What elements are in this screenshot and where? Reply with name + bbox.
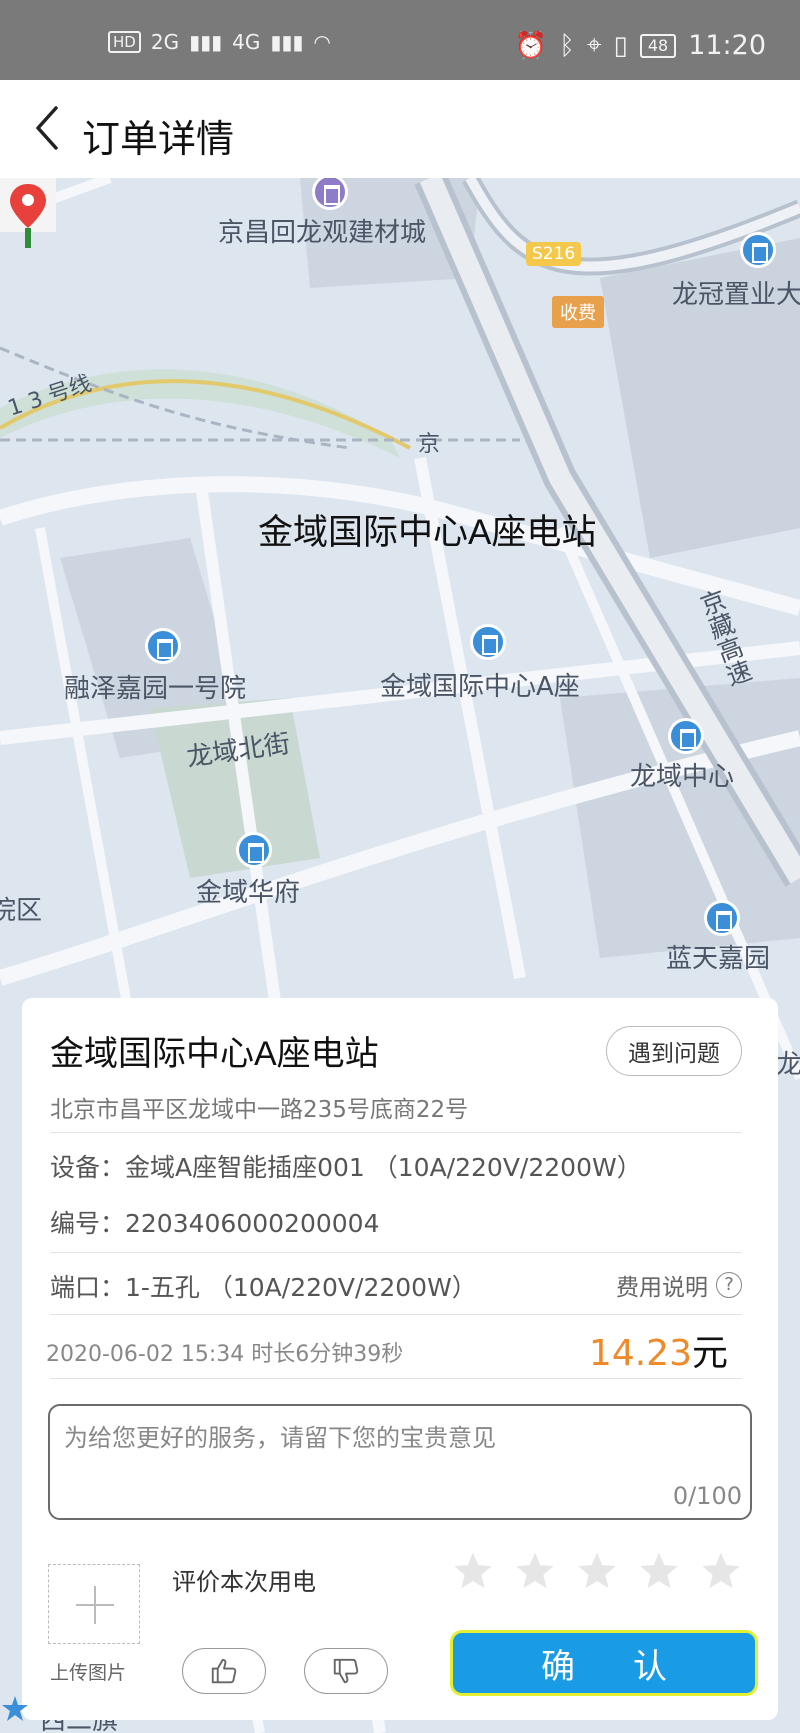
station-name: 金域国际中心A座电站 [50, 1035, 379, 1073]
device-info: 设备：金域A座智能插座001 （10A/220V/2200W） [50, 1153, 642, 1182]
wifi-icon: ◠ [313, 30, 331, 54]
map-label: 龙域中心 [630, 762, 735, 792]
order-card: 金域国际中心A座电站 遇到问题 北京市昌平区龙域中一路235号底商22号 设备：… [22, 998, 778, 1720]
back-icon [36, 106, 58, 150]
map-logo-icon [2, 1696, 28, 1721]
star-icon[interactable] [452, 1550, 494, 1592]
help-icon: ? [716, 1272, 742, 1298]
fee-link-label: 费用说明 [616, 1275, 708, 1301]
divider [50, 1314, 742, 1315]
char-counter: 0/100 [672, 1482, 742, 1510]
report-issue-button[interactable]: 遇到问题 [606, 1026, 742, 1076]
toll-tag: 收费 [552, 296, 604, 328]
thumbs-up-icon [211, 1658, 237, 1684]
page-title: 订单详情 [82, 117, 235, 161]
price-value: 14.23 [588, 1333, 692, 1374]
map-label: 京 [418, 432, 441, 457]
network-4g-label: 4G [232, 30, 261, 54]
divider [50, 1378, 742, 1379]
map-label: 融泽嘉园一号院 [64, 674, 247, 704]
like-button[interactable] [182, 1648, 266, 1694]
battery-icon: 48 [639, 33, 677, 58]
vibrate-icon: ▯ [613, 30, 628, 61]
port-info: 端口：1-五孔 （10A/220V/2200W） [50, 1273, 477, 1302]
price-unit: 元 [691, 1333, 728, 1374]
back-button[interactable] [26, 102, 78, 154]
map-pin-icon [0, 178, 56, 248]
order-price: 14.23元 [589, 1324, 728, 1376]
location-icon: ⌖ [586, 30, 602, 60]
signal-icon: ▮▮▮ [270, 30, 304, 54]
fee-explanation-link[interactable]: 费用说明 ? [616, 1268, 742, 1302]
status-bar: HD 2G ▮▮▮ 4G ▮▮▮ ◠ ⏰ ᛒ ⌖ ▯ 48 11:20 [0, 0, 800, 80]
network-2g-label: 2G [150, 30, 180, 54]
dislike-button[interactable] [304, 1648, 388, 1694]
map-label: 蓝天嘉园 [666, 944, 771, 974]
map-label: 金域国际中心A座 [380, 672, 580, 702]
rating-label: 评价本次用电 [172, 1568, 316, 1596]
divider [50, 1132, 742, 1133]
poi-building-icon [668, 718, 704, 754]
star-rating [452, 1550, 742, 1592]
upload-label: 上传图片 [50, 1662, 127, 1684]
map-label: 京昌回龙观建材城 [218, 218, 427, 248]
title-bar: 订单详情 [0, 80, 800, 178]
hd-badge: HD [108, 31, 141, 53]
divider [50, 1252, 742, 1253]
map-label: 金域华府 [196, 878, 301, 908]
star-icon[interactable] [576, 1550, 618, 1592]
feedback-input[interactable] [48, 1404, 752, 1520]
station-map-label: 金域国际中心A座电站 [258, 513, 597, 552]
station-address: 北京市昌平区龙域中一路235号底商22号 [50, 1097, 469, 1123]
thumbs-down-icon [333, 1658, 359, 1684]
clock: 11:20 [688, 30, 766, 61]
poi-building-icon [145, 628, 181, 664]
bluetooth-icon: ᛒ [559, 30, 575, 61]
upload-image-button[interactable] [48, 1564, 140, 1644]
poi-building-icon [704, 900, 740, 936]
alarm-icon: ⏰ [514, 30, 548, 61]
map-label: 院区 [0, 896, 43, 926]
road-shield-s216: S216 [526, 242, 582, 266]
map-label: 龙 [776, 1050, 800, 1080]
status-right: ⏰ ᛒ ⌖ ▯ 48 11:20 [515, 30, 766, 61]
star-icon[interactable] [638, 1550, 680, 1592]
poi-building-icon [236, 832, 272, 868]
map-label: 龙冠置业大 [672, 280, 800, 310]
confirm-button[interactable]: 确认 [450, 1630, 758, 1696]
poi-building-icon [740, 232, 776, 268]
star-icon[interactable] [700, 1550, 742, 1592]
charge-time-info: 2020-06-02 15:34 时长6分钟39秒 [46, 1342, 404, 1367]
serial-number: 编号：2203406000200004 [50, 1209, 380, 1238]
star-icon[interactable] [514, 1550, 556, 1592]
signal-icon: ▮▮▮ [189, 30, 223, 54]
poi-building-icon [470, 624, 506, 660]
status-left: HD 2G ▮▮▮ 4G ▮▮▮ ◠ [108, 30, 331, 54]
